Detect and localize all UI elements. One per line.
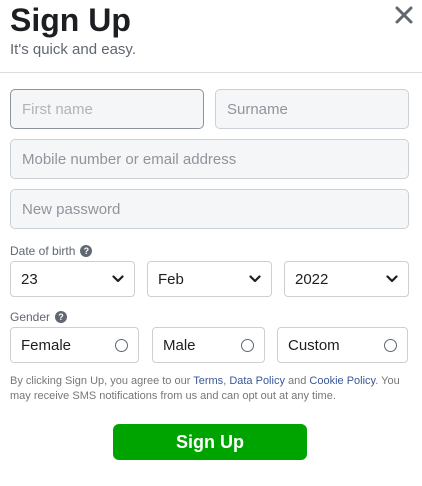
gender-option-custom[interactable]: Custom [277,327,408,363]
radio-button[interactable] [384,338,397,352]
radio-button[interactable] [115,338,128,352]
chevron-down-icon [386,275,398,283]
chevron-down-icon [249,275,261,283]
dob-month-select[interactable]: Feb [147,261,272,297]
gender-option-male[interactable]: Male [152,327,265,363]
gender-option-label: Male [163,336,196,354]
surname-input[interactable] [215,89,409,129]
contact-input[interactable] [10,139,409,179]
dob-day-select[interactable]: 23 [10,261,135,297]
dob-year-select[interactable]: 2022 [284,261,409,297]
data-policy-link[interactable]: Data Policy [229,375,285,387]
password-input[interactable] [10,189,409,229]
terms-link[interactable]: Terms [193,375,223,387]
cookie-policy-link[interactable]: Cookie Policy [309,375,375,387]
legal-text-1: By clicking Sign Up, you agree to our [10,375,194,387]
page-subtitle: It's quick and easy. [10,41,136,58]
dob-year-value: 2022 [295,270,329,288]
legal-notice: By clicking Sign Up, you agree to our Te… [10,374,412,404]
radio-button[interactable] [241,338,254,352]
dob-month-value: Feb [158,270,184,288]
gender-option-label: Female [21,336,72,354]
close-icon[interactable] [393,4,415,26]
dob-label: Date of birth [10,244,76,258]
dob-day-value: 23 [21,270,38,288]
legal-sep-2: and [284,375,310,387]
gender-option-female[interactable]: Female [10,327,139,363]
gender-label: Gender [10,310,51,324]
gender-help-icon[interactable]: ? [55,311,68,323]
dob-help-icon[interactable]: ? [80,245,93,257]
page-title: Sign Up [10,2,131,38]
gender-option-label: Custom [288,336,340,354]
dob-label-row: Date of birth ? [10,244,93,258]
chevron-down-icon [112,275,124,283]
sign-up-button[interactable]: Sign Up [113,424,307,460]
signup-header: Sign Up It's quick and easy. [0,0,422,73]
gender-label-row: Gender ? [10,310,68,324]
first-name-input[interactable] [10,89,204,129]
